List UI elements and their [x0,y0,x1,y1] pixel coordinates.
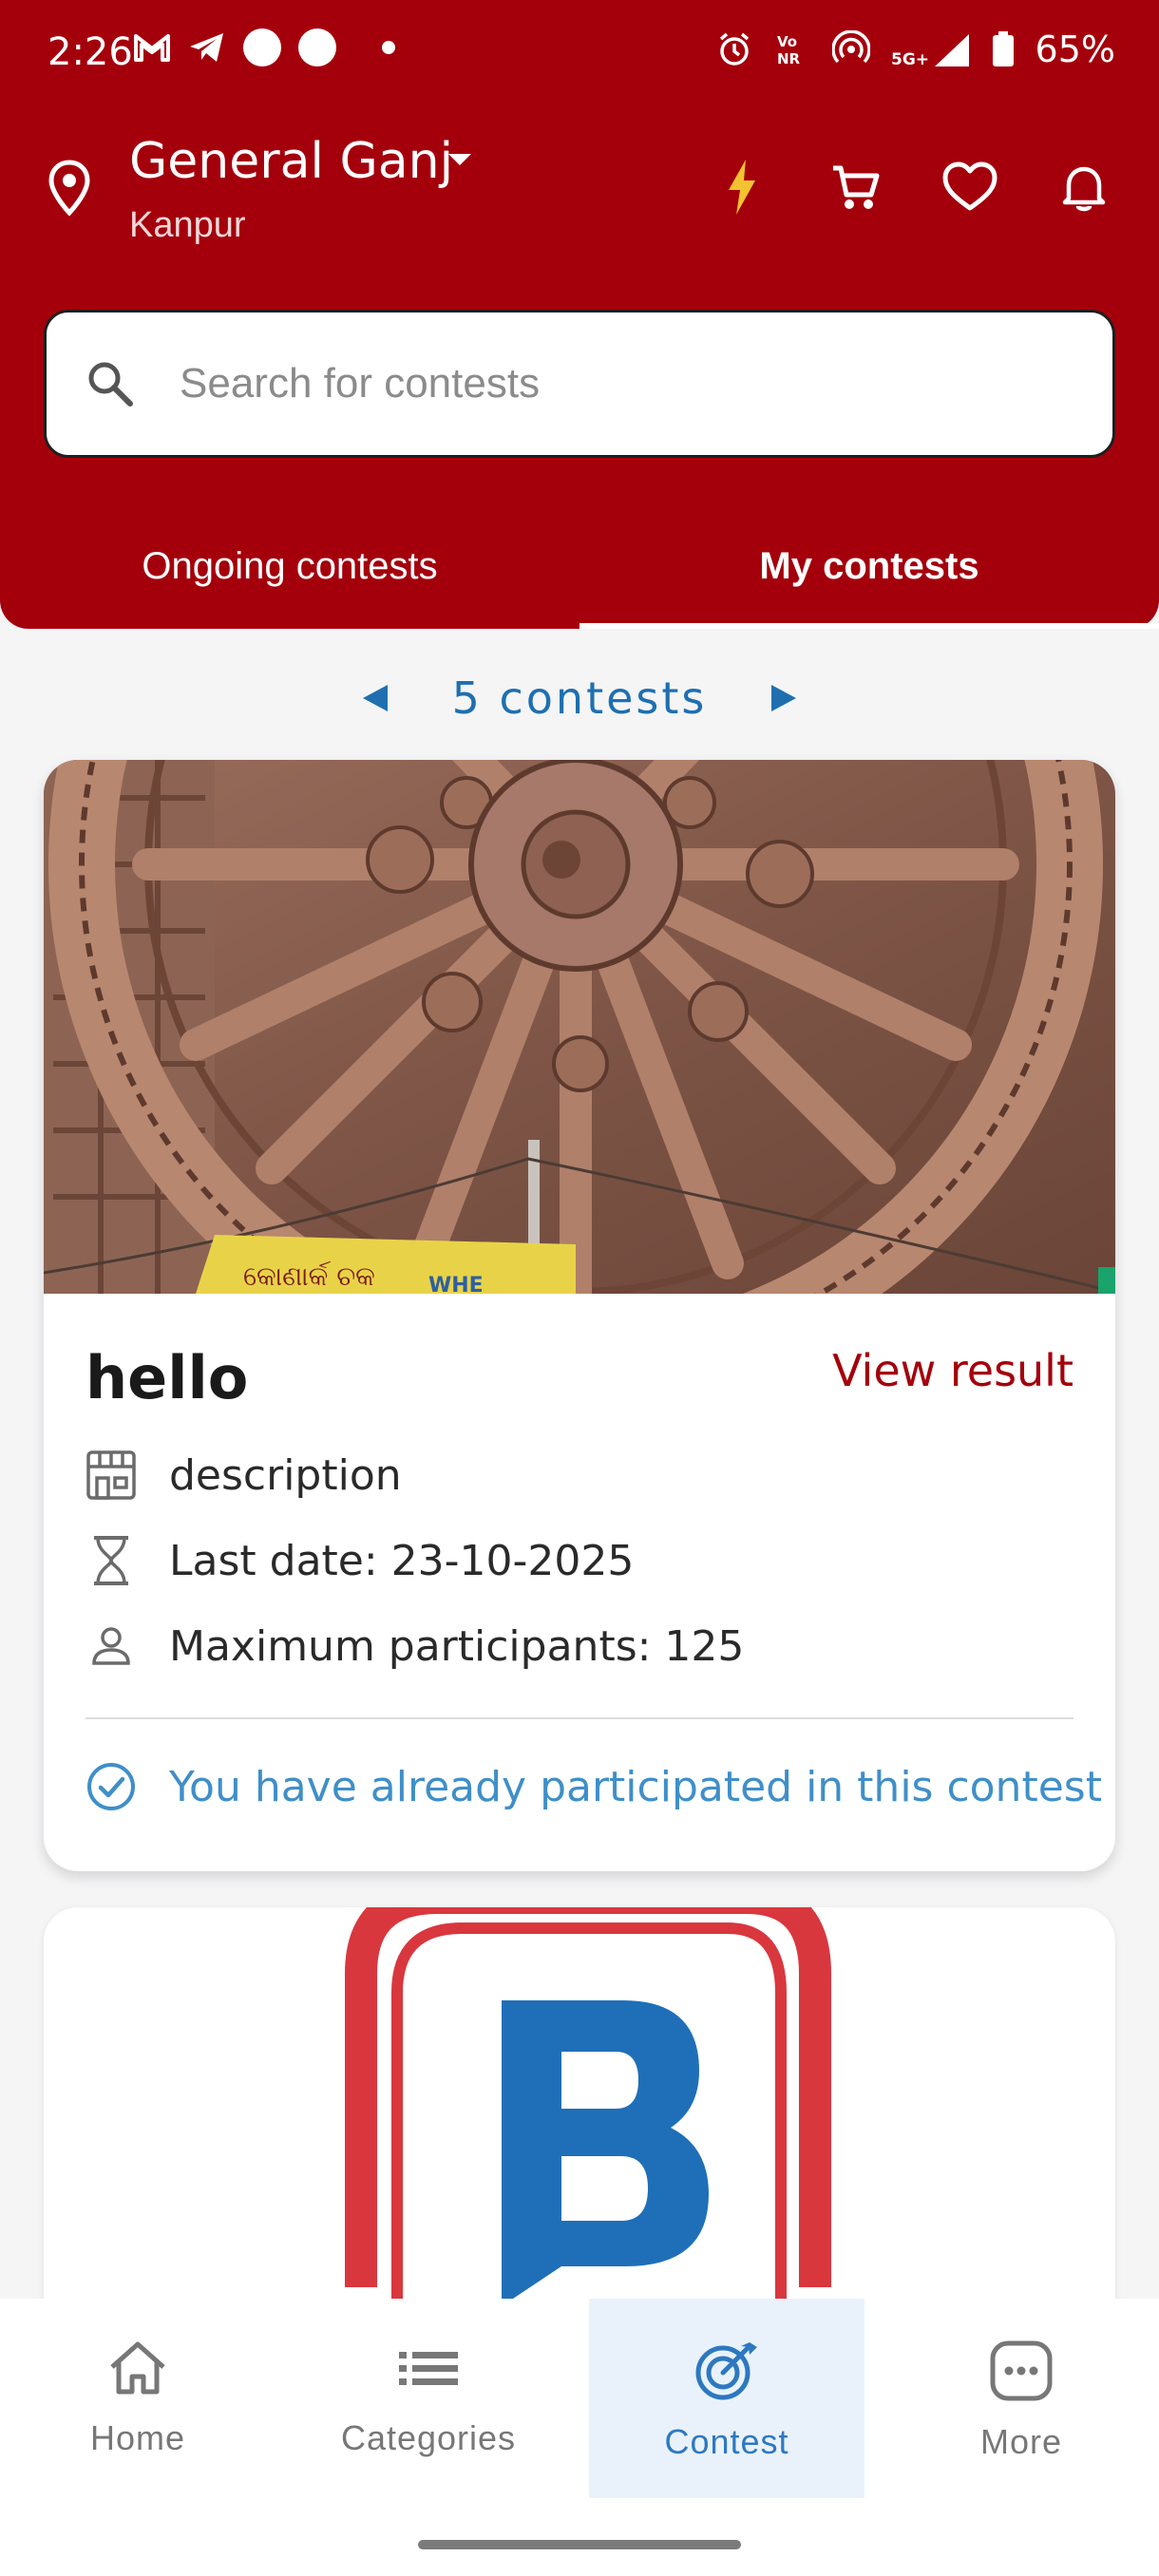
more-icon [990,2340,1053,2401]
svg-text:WHE: WHE [428,1274,484,1294]
previous-arrow-icon[interactable] [359,682,391,714]
participation-status: You have already participated in this co… [86,1761,1102,1812]
bottom-navigation: Home Categories Contest More [0,2299,1159,2576]
alarm-icon [719,32,749,66]
signal-icon: 5G+ [891,34,969,68]
nav-contest[interactable]: Contest [589,2299,864,2498]
active-tab-indicator [580,623,1159,629]
search-bar[interactable] [44,310,1115,458]
svg-text:Vo: Vo [777,33,797,50]
svg-text:5G+: 5G+ [891,50,929,68]
hourglass-icon [86,1535,137,1586]
nav-categories[interactable]: Categories [291,2299,566,2498]
app-notification-icon [298,28,336,66]
more-notifications-icon [382,41,395,54]
hotspot-icon [831,30,870,64]
volte-icon: VoNR [777,33,801,67]
status-time: 2:26 [48,30,133,74]
search-icon [88,362,133,407]
cart-button[interactable] [825,156,887,218]
nav-more-label: More [979,2422,1063,2461]
app-notification-icon [243,28,281,66]
location-selector[interactable]: General Ganj Kanpur [48,133,636,256]
telegram-icon [190,33,223,62]
target-icon [695,2342,757,2400]
nav-home[interactable]: Home [0,2299,276,2498]
contest-max-participants: Maximum participants: 125 [169,1621,745,1671]
store-icon [86,1449,137,1501]
header-actions [711,156,1115,218]
contest-pager: 5 contests [0,665,1159,731]
flash-icon [729,160,755,215]
contest-description-row: description [86,1449,402,1501]
location-subtitle: Kanpur [129,205,246,245]
contest-description: description [169,1450,402,1500]
next-arrow-icon[interactable] [768,682,800,714]
status-bar: 2:26 Vo NR 5G+ 65% [0,0,1159,103]
location-pin-icon [48,160,90,217]
tab-my-contests[interactable]: My contests [580,532,1159,629]
app-header: 2:26 Vo NR 5G+ 65% General Ganj Kanpur S… [0,0,1159,629]
heart-icon [942,161,998,211]
participation-status-text: You have already participated in this co… [169,1762,1102,1811]
svg-text:NR: NR [777,50,801,67]
notification-icons [133,28,395,66]
search-input[interactable] [180,350,1035,417]
svg-text:କୋଣାର୍କ ଚକ: କୋଣାର୍କ ଚକ [243,1260,375,1292]
flash-button[interactable] [711,156,773,218]
contest-title: hello [86,1343,249,1412]
home-icon [110,2341,165,2395]
contest-image: କୋଣାର୍କ ଚକ WHE [44,760,1115,1294]
card-divider [86,1717,1074,1719]
notifications-button[interactable] [1053,156,1115,218]
nav-home-label: Home [89,2418,186,2457]
view-result-button[interactable]: View result [832,1345,1074,1396]
gesture-home-indicator[interactable] [418,2540,741,2549]
contest-count: 5 contests [451,672,708,724]
list-icon [399,2352,458,2385]
system-icons: Vo NR 5G+ 65% [716,28,1115,70]
tab-ongoing-contests[interactable]: Ongoing contests [0,532,580,629]
wishlist-button[interactable] [939,156,1001,218]
contest-last-date: Last date: 23-10-2025 [169,1536,635,1585]
contest-max-participants-row: Maximum participants: 125 [86,1620,744,1672]
person-icon [86,1620,137,1672]
contest-card[interactable]: କୋଣାର୍କ ଚକ WHE hello View result descrip… [44,760,1115,1871]
battery-level: 65% [1035,28,1115,70]
gmail-icon [134,34,170,62]
nav-more[interactable]: More [884,2299,1159,2498]
contest-tabs: Ongoing contests My contests [0,532,1159,629]
location-city: General Ganj [129,133,454,190]
nav-categories-label: Categories [340,2418,517,2457]
bell-icon [1062,166,1106,212]
check-circle-icon [87,1763,135,1810]
battery-icon [992,31,1014,66]
cart-icon [833,165,880,209]
caret-down-icon [448,154,471,165]
contest-last-date-row: Last date: 23-10-2025 [86,1535,634,1586]
nav-contest-label: Contest [664,2422,789,2461]
